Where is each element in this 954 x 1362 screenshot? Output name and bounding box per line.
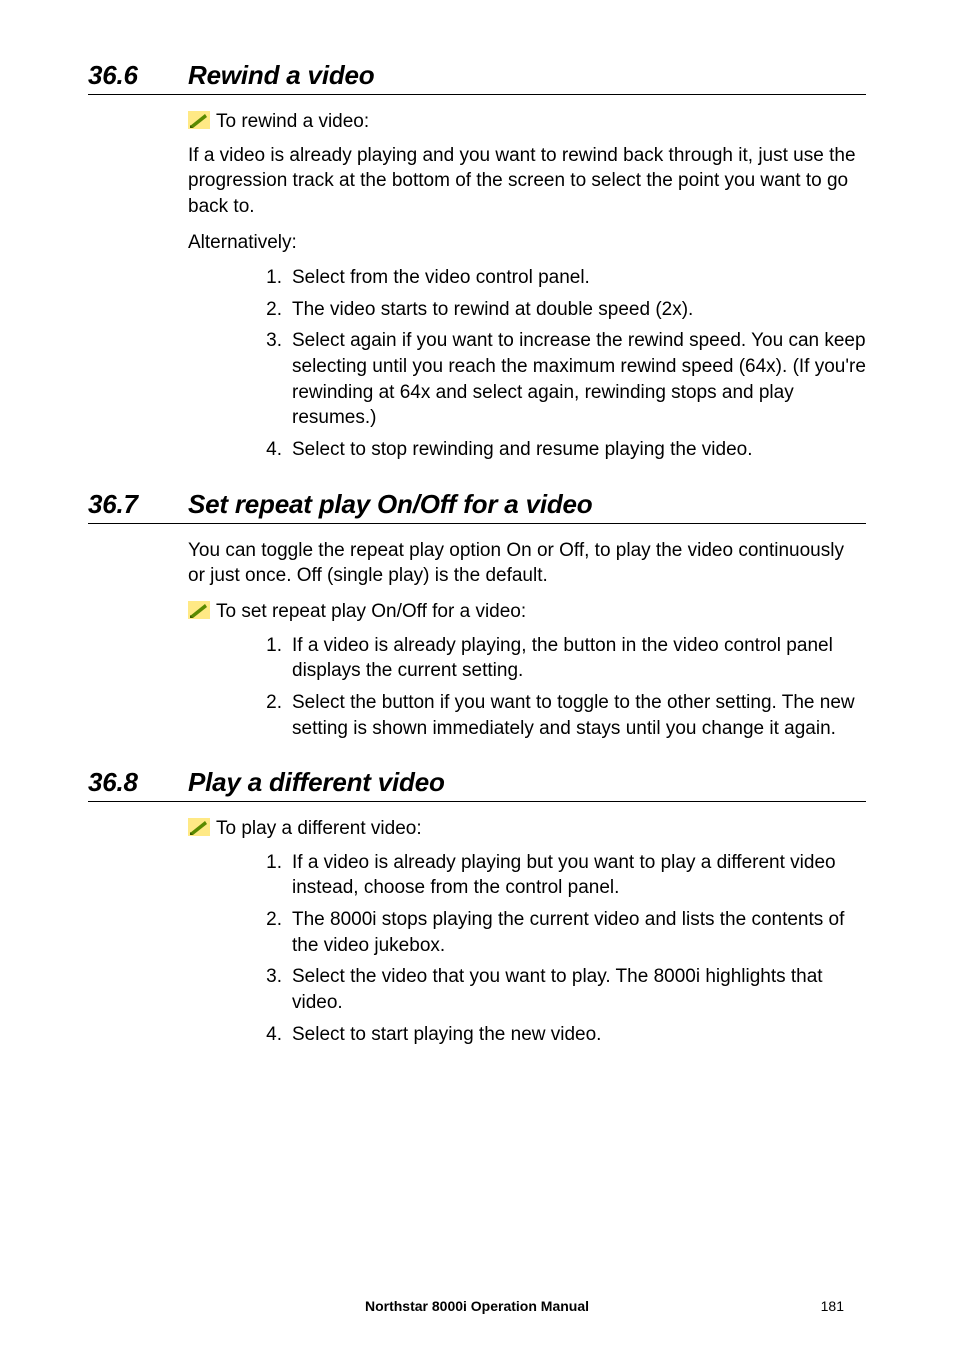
paragraph: You can toggle the repeat play option On… <box>188 538 866 589</box>
list-item: 4. Select to stop rewinding and resume p… <box>248 437 866 463</box>
procedure-lead-text: To rewind a video: <box>216 109 369 135</box>
page: 36.6 Rewind a video To rewind a video: I… <box>0 0 954 1362</box>
list-item: 1. If a video is already playing but you… <box>248 850 866 901</box>
list-item-text: If a video is already playing, the butto… <box>292 633 866 684</box>
section-title: Play a different video <box>188 767 445 798</box>
section-number: 36.6 <box>88 60 188 91</box>
list-item: 1. If a video is already playing, the bu… <box>248 633 866 684</box>
section-header-36-7: 36.7 Set repeat play On/Off for a video <box>88 489 866 524</box>
section-body-36-6: To rewind a video: If a video is already… <box>188 109 866 463</box>
list-item-number: 2. <box>248 297 292 323</box>
section-header-36-8: 36.8 Play a different video <box>88 767 866 802</box>
section-title: Set repeat play On/Off for a video <box>188 489 593 520</box>
procedure-lead: To set repeat play On/Off for a video: <box>188 599 866 625</box>
ordered-list: 1. If a video is already playing but you… <box>248 850 866 1047</box>
list-item: 2. Select the button if you want to togg… <box>248 690 866 741</box>
procedure-lead-text: To play a different video: <box>216 816 422 842</box>
footer-title: Northstar 8000i Operation Manual <box>365 1298 589 1314</box>
list-item-number: 1. <box>248 633 292 684</box>
list-item-text: If a video is already playing but you wa… <box>292 850 866 901</box>
list-item-text: Select to start playing the new video. <box>292 1022 866 1048</box>
paragraph: Alternatively: <box>188 230 866 256</box>
list-item-number: 2. <box>248 907 292 958</box>
paragraph: If a video is already playing and you wa… <box>188 143 866 220</box>
procedure-lead-text: To set repeat play On/Off for a video: <box>216 599 526 625</box>
list-item-number: 1. <box>248 265 292 291</box>
section-number: 36.7 <box>88 489 188 520</box>
list-item-text: Select the button if you want to toggle … <box>292 690 866 741</box>
section-body-36-8: To play a different video: 1. If a video… <box>188 816 866 1047</box>
list-item-number: 3. <box>248 964 292 1015</box>
ordered-list: 1. If a video is already playing, the bu… <box>248 633 866 742</box>
list-item-number: 4. <box>248 437 292 463</box>
list-item-text: The 8000i stops playing the current vide… <box>292 907 866 958</box>
section-number: 36.8 <box>88 767 188 798</box>
list-item-text: The video starts to rewind at double spe… <box>292 297 866 323</box>
list-item: 2. The video starts to rewind at double … <box>248 297 866 323</box>
list-item: 3. Select again if you want to increase … <box>248 328 866 431</box>
procedure-lead: To play a different video: <box>188 816 866 842</box>
list-item-number: 4. <box>248 1022 292 1048</box>
section-header-36-6: 36.6 Rewind a video <box>88 60 866 95</box>
list-item-text: Select again if you want to increase the… <box>292 328 866 431</box>
ordered-list: 1. Select from the video control panel. … <box>248 265 866 462</box>
list-item-number: 3. <box>248 328 292 431</box>
list-item-text: Select from the video control panel. <box>292 265 866 291</box>
section-body-36-7: You can toggle the repeat play option On… <box>188 538 866 741</box>
list-item: 4. Select to start playing the new video… <box>248 1022 866 1048</box>
list-item: 2. The 8000i stops playing the current v… <box>248 907 866 958</box>
pencil-icon <box>188 111 210 129</box>
page-number: 181 <box>821 1298 844 1314</box>
footer: Northstar 8000i Operation Manual <box>0 1298 954 1314</box>
list-item-text: Select the video that you want to play. … <box>292 964 866 1015</box>
list-item: 3. Select the video that you want to pla… <box>248 964 866 1015</box>
pencil-icon <box>188 818 210 836</box>
section-title: Rewind a video <box>188 60 374 91</box>
list-item-number: 1. <box>248 850 292 901</box>
procedure-lead: To rewind a video: <box>188 109 866 135</box>
list-item: 1. Select from the video control panel. <box>248 265 866 291</box>
list-item-number: 2. <box>248 690 292 741</box>
pencil-icon <box>188 601 210 619</box>
list-item-text: Select to stop rewinding and resume play… <box>292 437 866 463</box>
